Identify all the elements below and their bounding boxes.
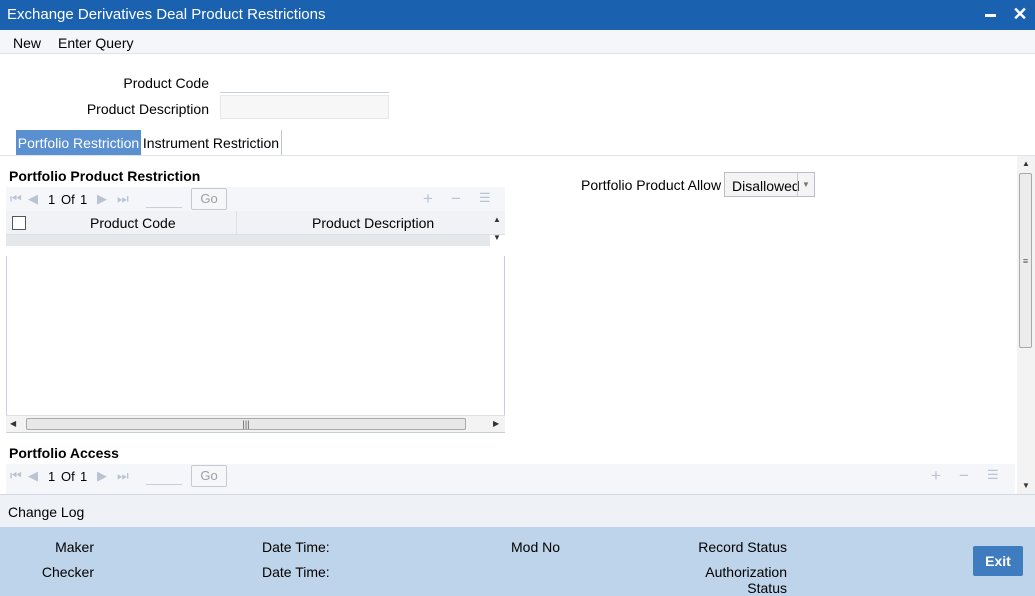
page-current: 1 — [48, 469, 56, 484]
title-bar: Exchange Derivatives Deal Product Restri… — [0, 0, 1035, 30]
checker-label: Checker — [41, 564, 94, 580]
maker-date-time-label: Date Time: — [262, 539, 330, 555]
page-total: 1 — [80, 192, 88, 207]
window-title: Exchange Derivatives Deal Product Restri… — [7, 6, 326, 23]
first-page-icon[interactable]: ⏮ — [10, 191, 22, 207]
column-product-description: Product Description — [312, 215, 435, 231]
vertical-scroll-thumb[interactable]: ≡ — [1019, 173, 1032, 348]
portfolio-product-restriction-title: Portfolio Product Restriction — [9, 168, 201, 184]
product-grid-toolbar: ⏮ ◀ 1 Of 1 ▶ ⏭ Go + − ☰ — [6, 187, 505, 211]
first-page-icon[interactable]: ⏮ — [10, 468, 22, 484]
product-grid-body — [6, 256, 505, 433]
prev-page-icon[interactable]: ◀ — [28, 468, 38, 484]
scroll-down-arrow-icon[interactable]: ▼ — [493, 233, 501, 242]
delete-row-icon[interactable]: − — [959, 466, 969, 486]
exit-button[interactable]: Exit — [973, 546, 1023, 576]
product-grid-header: Product Code Product Description ▲ ▼ — [6, 211, 505, 242]
mod-no-label: Mod No — [511, 539, 561, 555]
checker-date-time-label: Date Time: — [262, 564, 330, 580]
go-button[interactable]: Go — [191, 188, 227, 210]
column-product-code: Product Code — [90, 215, 176, 231]
menu-enter-query[interactable]: Enter Query — [58, 35, 133, 51]
list-view-icon[interactable]: ☰ — [987, 467, 999, 483]
add-row-icon[interactable]: + — [931, 466, 941, 486]
delete-row-icon[interactable]: − — [451, 189, 461, 209]
select-all-checkbox[interactable] — [12, 216, 26, 230]
menu-bar: New Enter Query — [0, 30, 1035, 54]
close-icon[interactable]: ✕ — [1012, 4, 1028, 24]
scroll-up-arrow-icon[interactable]: ▲ — [493, 215, 501, 224]
product-code-input[interactable] — [220, 69, 389, 93]
next-page-icon[interactable]: ▶ — [97, 191, 107, 207]
column-divider — [236, 211, 237, 235]
authorization-status-label-line2: Status — [747, 580, 787, 596]
audit-footer: Maker Checker Date Time: Date Time: Mod … — [0, 527, 1035, 596]
product-description-input[interactable] — [220, 95, 389, 119]
product-description-label: Product Description — [86, 101, 209, 117]
portfolio-product-allow-select[interactable]: Disallowed ▼ — [724, 172, 815, 197]
minimize-icon[interactable] — [984, 6, 998, 22]
portfolio-product-allow-label: Portfolio Product Allow — [581, 177, 722, 193]
page-number-input[interactable] — [146, 467, 182, 485]
table-row[interactable] — [6, 235, 490, 246]
change-log-link[interactable]: Change Log — [8, 504, 84, 520]
tab-divider — [0, 155, 1035, 156]
portfolio-product-allow-value: Disallowed — [732, 178, 800, 194]
chevron-down-icon[interactable]: ▼ — [797, 173, 814, 196]
page-of: Of — [61, 192, 75, 207]
tab-instrument-restriction[interactable]: Instrument Restriction — [141, 130, 282, 156]
scroll-right-arrow-icon[interactable]: ▶ — [493, 419, 499, 428]
vertical-scrollbar[interactable]: ▲ ≡ ▼ — [1017, 156, 1035, 494]
next-page-icon[interactable]: ▶ — [97, 468, 107, 484]
page-current: 1 — [48, 192, 56, 207]
page-of: Of — [61, 469, 75, 484]
authorization-status-label-line1: Authorization — [705, 564, 787, 580]
go-button[interactable]: Go — [191, 465, 227, 487]
access-grid-toolbar: ⏮ ◀ 1 Of 1 ▶ ⏭ Go + − ☰ — [6, 464, 1015, 494]
tab-portfolio-restriction[interactable]: Portfolio Restriction — [16, 130, 141, 156]
product-code-label: Product Code — [123, 75, 209, 91]
maker-label: Maker — [55, 539, 94, 555]
scroll-left-arrow-icon[interactable]: ◀ — [10, 419, 16, 428]
page-total: 1 — [80, 469, 88, 484]
last-page-icon[interactable]: ⏭ — [117, 468, 129, 484]
page-number-input[interactable] — [146, 190, 182, 208]
horizontal-scrollbar[interactable]: ◀ ||| ▶ — [6, 415, 505, 432]
change-log-bar: Change Log — [0, 494, 1035, 527]
scroll-down-arrow-icon[interactable]: ▼ — [1022, 481, 1030, 490]
last-page-icon[interactable]: ⏭ — [117, 191, 129, 207]
portfolio-access-title: Portfolio Access — [9, 445, 119, 461]
record-status-label: Record Status — [698, 539, 787, 555]
scroll-up-arrow-icon[interactable]: ▲ — [1022, 159, 1030, 168]
list-view-icon[interactable]: ☰ — [479, 190, 491, 206]
menu-new[interactable]: New — [13, 35, 41, 51]
add-row-icon[interactable]: + — [423, 189, 433, 209]
prev-page-icon[interactable]: ◀ — [28, 191, 38, 207]
horizontal-scroll-thumb[interactable]: ||| — [26, 418, 466, 430]
